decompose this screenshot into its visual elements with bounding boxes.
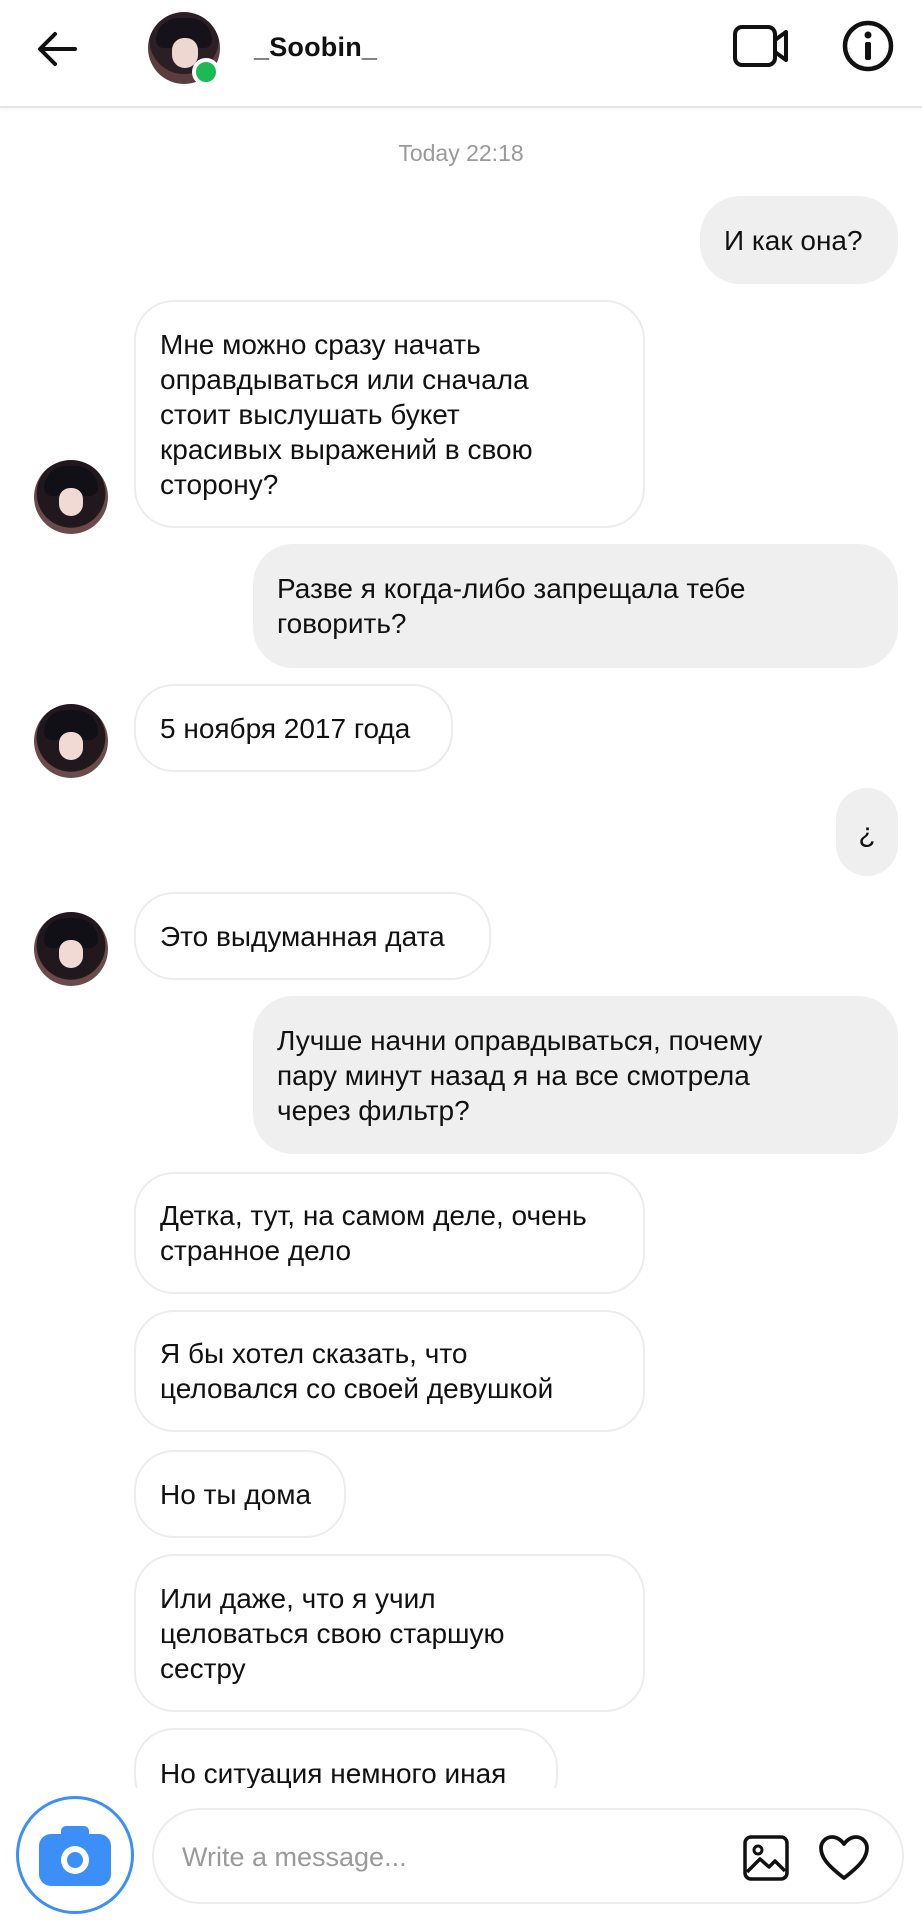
message-outgoing[interactable]: И как она? (700, 196, 898, 284)
arrow-left-icon (38, 32, 77, 66)
message-incoming[interactable]: Это выдуманная дата (134, 892, 491, 980)
message-incoming[interactable]: Но ты дома (134, 1450, 346, 1538)
message-incoming[interactable]: Я бы хотел сказать, что целовался со сво… (134, 1310, 645, 1432)
sender-avatar[interactable] (34, 460, 108, 534)
camera-button[interactable] (16, 1796, 134, 1914)
chat-header: _Soobin_ (0, 0, 922, 108)
back-button[interactable] (32, 24, 82, 74)
message-input-container (152, 1808, 904, 1904)
message-incoming[interactable]: 5 ноября 2017 года (134, 684, 453, 772)
video-call-button[interactable] (730, 18, 792, 74)
like-button[interactable] (814, 1830, 874, 1886)
message-outgoing[interactable]: Лучше начни оправдываться, почему пару м… (253, 996, 898, 1154)
chat-username[interactable]: _Soobin_ (254, 32, 377, 63)
conversation-timestamp: Today 22:18 (398, 140, 524, 166)
video-camera-icon (733, 25, 788, 67)
message-input[interactable] (182, 1834, 702, 1880)
image-icon (743, 1835, 789, 1881)
message-outgoing[interactable]: ¿ (836, 788, 898, 876)
gallery-button[interactable] (738, 1830, 794, 1886)
info-button[interactable] (840, 18, 896, 74)
message-outgoing[interactable]: Разве я когда-либо запрещала тебе говори… (253, 544, 898, 668)
message-composer (0, 1788, 922, 1920)
camera-icon (39, 1826, 111, 1886)
message-incoming[interactable]: Детка, тут, на самом деле, очень странно… (134, 1172, 645, 1294)
message-incoming[interactable]: Или даже, что я учил целоваться свою ста… (134, 1554, 645, 1712)
online-status-indicator (192, 58, 220, 86)
heart-icon (819, 1835, 869, 1880)
message-incoming[interactable]: Мне можно сразу начать оправдываться или… (134, 300, 645, 528)
info-icon (842, 20, 894, 72)
sender-avatar[interactable] (34, 912, 108, 986)
sender-avatar[interactable] (34, 704, 108, 778)
